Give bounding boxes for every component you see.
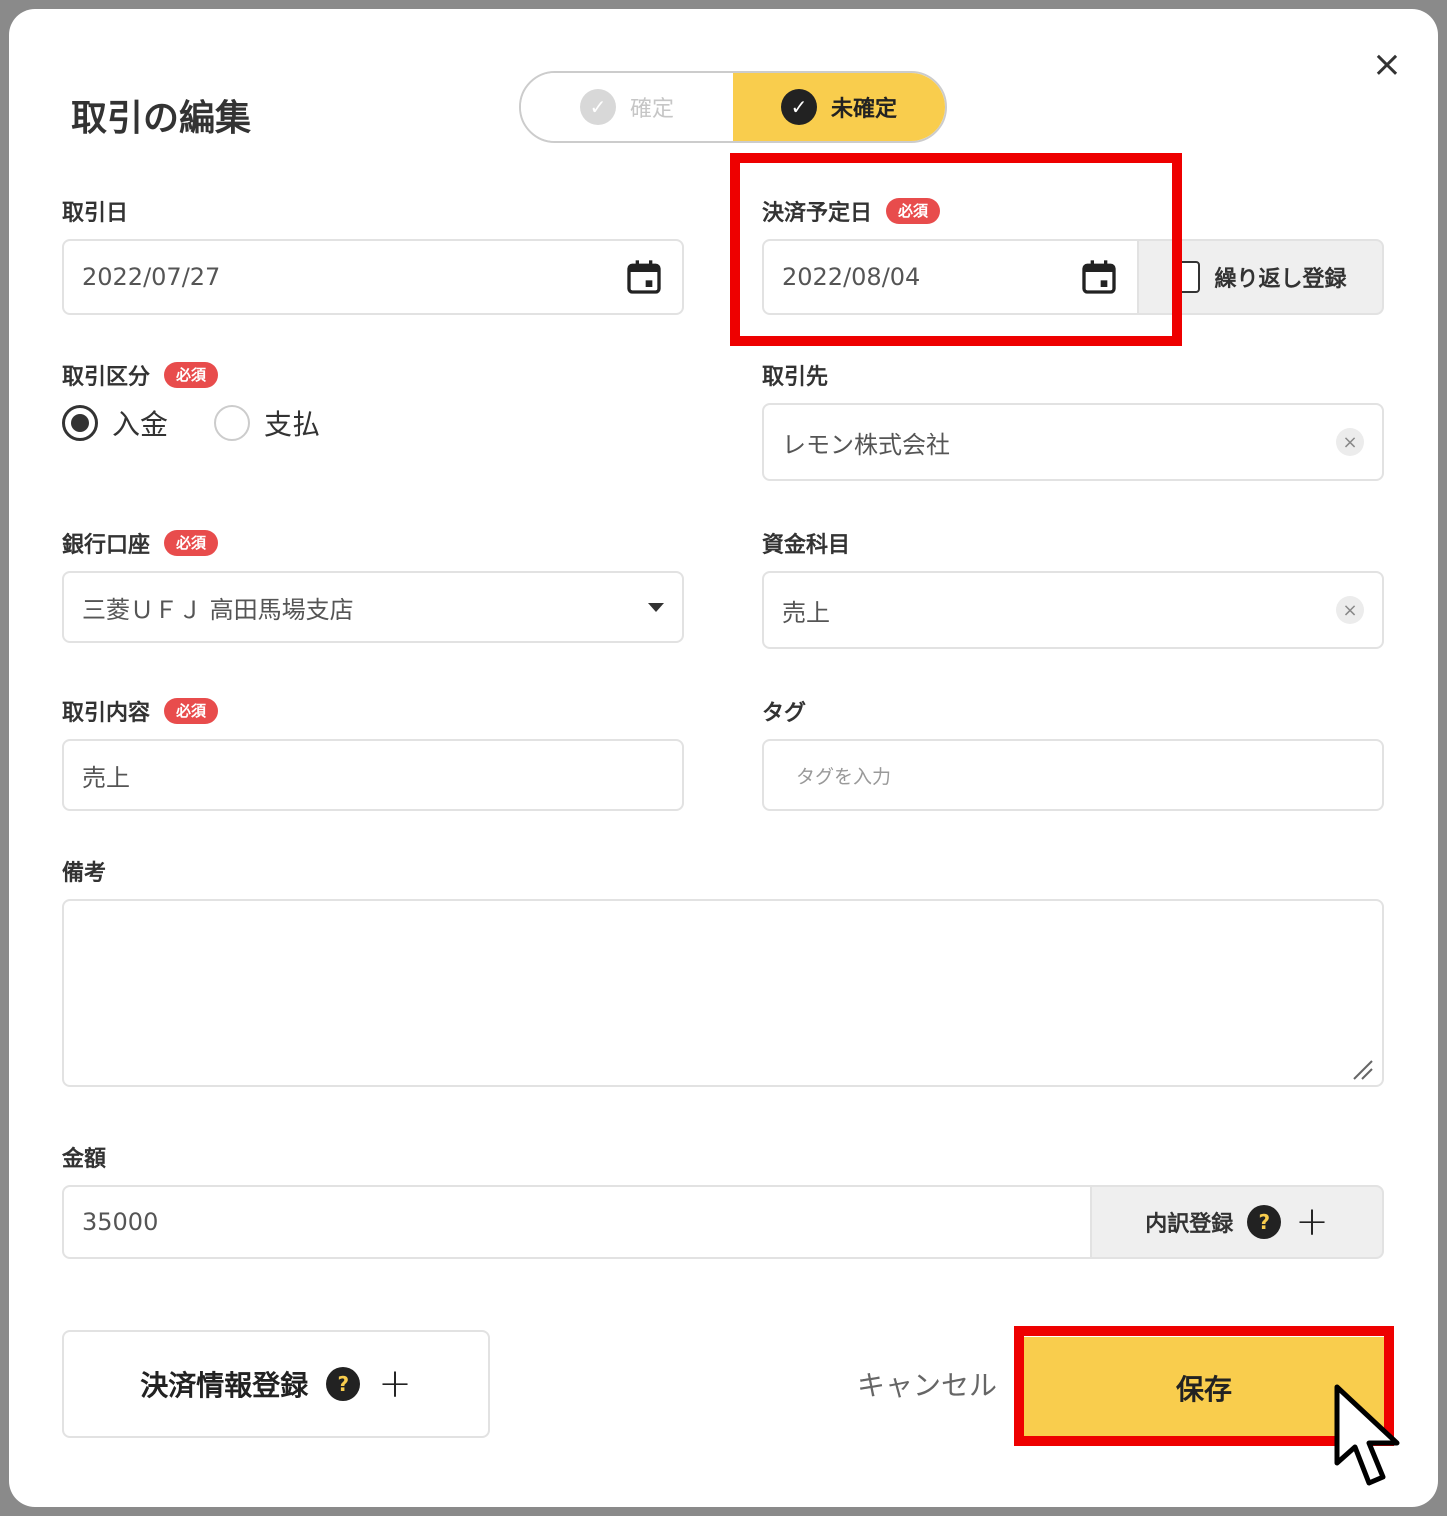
tags-input[interactable]: タグを入力 — [762, 739, 1384, 811]
help-icon[interactable]: ? — [1247, 1205, 1282, 1239]
clear-icon[interactable]: × — [1336, 596, 1364, 624]
plus-icon: + — [1295, 1199, 1329, 1245]
remarks-label: 備考 — [62, 855, 106, 887]
required-badge: 必須 — [164, 362, 219, 388]
remarks-textarea[interactable] — [62, 899, 1384, 1087]
status-unconfirmed-label: 未確定 — [830, 97, 897, 122]
transaction-date-field[interactable]: 2022/07/27 — [62, 239, 684, 315]
settlement-info-registration-button[interactable]: 決済情報登録 ? + — [62, 1330, 490, 1438]
bank-account-value: 三菱ＵＦＪ 高田馬場支店 — [82, 595, 354, 624]
resize-handle-icon[interactable] — [1350, 1057, 1374, 1081]
radio-deposit[interactable]: 入金 — [62, 403, 168, 443]
fund-category-value: 売上 — [782, 598, 830, 627]
radio-payment[interactable]: 支払 — [214, 403, 320, 443]
transaction-date-label-text: 取引日 — [62, 201, 129, 226]
transaction-date-value: 2022/07/27 — [82, 263, 221, 291]
required-badge: 必須 — [164, 698, 219, 724]
amount-label: 金額 — [62, 1141, 106, 1173]
description-input[interactable]: 売上 — [62, 739, 684, 811]
check-icon: ✓ — [579, 89, 616, 125]
plus-icon: + — [378, 1361, 412, 1407]
dialog-title: 取引の編集 — [71, 98, 252, 139]
close-icon[interactable]: × — [1369, 47, 1405, 83]
radio-payment-circle[interactable] — [214, 405, 250, 441]
fund-category-label-text: 資金科目 — [762, 533, 851, 558]
bank-account-select[interactable]: 三菱ＵＦＪ 高田馬場支店 — [62, 571, 684, 643]
settlement-info-registration-label: 決済情報登録 — [140, 1369, 309, 1402]
description-value: 売上 — [82, 763, 130, 792]
mouse-cursor-icon — [1334, 1384, 1400, 1486]
fund-category-field[interactable]: 売上 × — [762, 571, 1384, 649]
radio-deposit-label: 入金 — [112, 408, 169, 441]
breakdown-registration-label: 内訳登録 — [1145, 1212, 1234, 1237]
fund-category-label: 資金科目 — [762, 527, 850, 559]
partner-value: レモン株式会社 — [782, 430, 950, 459]
check-icon: ✓ — [780, 89, 817, 125]
required-badge: 必須 — [164, 530, 219, 556]
tags-label: タグ — [762, 695, 806, 727]
tags-placeholder: タグを入力 — [796, 765, 892, 788]
radio-payment-label: 支払 — [264, 408, 321, 441]
cancel-button[interactable]: キャンセル — [857, 1364, 997, 1404]
partner-label: 取引先 — [762, 359, 828, 391]
repeat-registration-label: 繰り返し登録 — [1214, 267, 1347, 292]
status-confirmed-label: 確定 — [629, 97, 674, 122]
partner-field[interactable]: レモン株式会社 × — [762, 403, 1384, 481]
tags-label-text: タグ — [762, 701, 807, 726]
highlight-box-settlement-date — [730, 153, 1182, 346]
remarks-label-text: 備考 — [62, 861, 107, 886]
clear-icon[interactable]: × — [1336, 428, 1364, 456]
partner-label-text: 取引先 — [762, 365, 829, 390]
description-label-text: 取引内容 — [62, 701, 151, 726]
status-unconfirmed-option[interactable]: ✓ 未確定 — [733, 73, 945, 141]
transaction-date-label: 取引日 — [62, 195, 128, 227]
transaction-type-label-text: 取引区分 — [62, 365, 151, 390]
calendar-icon[interactable] — [624, 257, 664, 297]
amount-input[interactable]: 35000 — [62, 1185, 1092, 1259]
bank-account-label-text: 銀行口座 — [62, 533, 151, 558]
bank-account-label: 銀行口座 必須 — [62, 527, 219, 559]
chevron-down-icon[interactable] — [648, 602, 664, 612]
edit-transaction-dialog: × 取引の編集 ✓ 確定 ✓ 未確定 取引日 2022/07/27 決済予定日 … — [9, 9, 1438, 1507]
amount-value: 35000 — [82, 1208, 159, 1236]
help-icon[interactable]: ? — [326, 1367, 361, 1401]
status-confirmed-option[interactable]: ✓ 確定 — [521, 73, 733, 141]
transaction-type-label: 取引区分 必須 — [62, 359, 219, 391]
breakdown-registration-button[interactable]: 内訳登録 ? + — [1090, 1185, 1384, 1259]
radio-deposit-circle[interactable] — [62, 405, 98, 441]
amount-label-text: 金額 — [62, 1147, 107, 1172]
status-toggle: ✓ 確定 ✓ 未確定 — [519, 71, 947, 143]
description-label: 取引内容 必須 — [62, 695, 219, 727]
